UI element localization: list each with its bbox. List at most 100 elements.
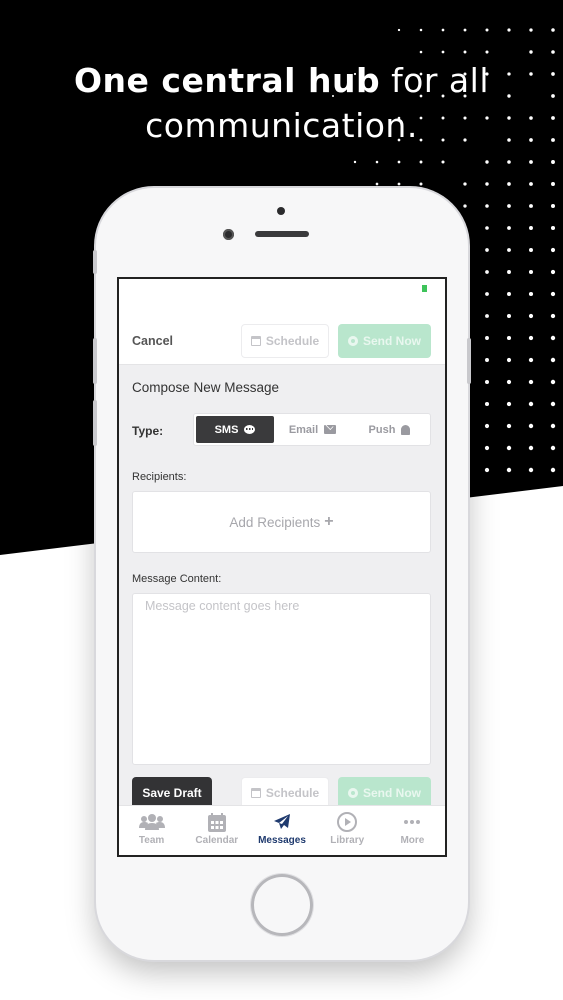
decorative-dot [485, 314, 489, 318]
decorative-dot [529, 292, 533, 296]
decorative-dot [485, 28, 488, 31]
app-screen: Cancel Schedule Send Now Compose New Mes… [117, 277, 447, 857]
tab-library[interactable]: Library [315, 806, 380, 855]
chat-bubble-icon [244, 425, 255, 434]
decorative-dot [441, 160, 444, 163]
bottom-tab-bar: Team Calendar Messages Library More [119, 805, 445, 855]
decorative-dot [529, 468, 533, 472]
headline-line2: communication. [0, 103, 563, 148]
decorative-dot [442, 29, 445, 32]
tab-team-label: Team [139, 835, 164, 846]
add-recipients-label: Add Recipients [229, 515, 320, 530]
decorative-dot [507, 248, 511, 252]
schedule-label: Schedule [266, 334, 319, 348]
decorative-dot [529, 336, 533, 340]
decorative-dot [551, 182, 555, 186]
tab-messages[interactable]: Messages [249, 806, 314, 855]
decorative-dot [485, 182, 488, 185]
decorative-dot [529, 28, 532, 31]
decorative-dot [529, 160, 533, 164]
headline-rest: for all [380, 61, 489, 100]
decorative-dot [507, 358, 511, 362]
decorative-dot [529, 402, 533, 406]
send-now-button-top[interactable]: Send Now [338, 324, 431, 358]
decorative-dot [551, 248, 555, 252]
send-now-label-bottom: Send Now [363, 786, 421, 800]
decorative-dot [485, 424, 489, 428]
decorative-dot [442, 51, 445, 54]
cancel-button[interactable]: Cancel [132, 334, 173, 348]
decorative-dot [485, 336, 489, 340]
decorative-dot [551, 28, 555, 32]
decorative-dot [485, 226, 489, 230]
decorative-dot [485, 204, 489, 208]
schedule-label-bottom: Schedule [266, 786, 319, 800]
calendar-icon [208, 812, 226, 832]
decorative-dot [507, 28, 510, 31]
decorative-dot [551, 446, 555, 450]
message-type-selector: SMS Email Push [193, 413, 431, 446]
save-draft-label: Save Draft [142, 786, 201, 800]
tab-team[interactable]: Team [119, 806, 184, 855]
volume-down-button [93, 400, 97, 446]
decorative-dot [507, 314, 511, 318]
decorative-dot [507, 226, 511, 230]
decorative-dot [529, 424, 533, 428]
decorative-dot [398, 29, 400, 31]
type-email-option[interactable]: Email [274, 416, 351, 443]
power-button [467, 338, 471, 384]
calendar-icon [251, 788, 261, 798]
tab-library-label: Library [330, 835, 364, 846]
add-recipients-button[interactable]: Add Recipients + [132, 491, 431, 553]
push-label: Push [369, 424, 396, 436]
decorative-dot [507, 270, 511, 274]
decorative-dot [507, 468, 511, 472]
decorative-dot [485, 468, 489, 472]
decorative-dot [376, 183, 379, 186]
email-label: Email [289, 424, 318, 436]
decorative-dot [551, 204, 555, 208]
type-push-option[interactable]: Push [351, 416, 428, 443]
decorative-dot [463, 204, 466, 207]
tab-messages-label: Messages [258, 835, 306, 846]
paper-plane-icon [273, 812, 291, 832]
schedule-button-top[interactable]: Schedule [241, 324, 329, 358]
more-dots-icon [403, 812, 421, 832]
decorative-dot [551, 468, 555, 472]
decorative-dot [485, 248, 489, 252]
plus-icon: + [324, 513, 333, 531]
decorative-dot [551, 270, 555, 274]
team-icon [139, 812, 165, 832]
front-camera [277, 207, 285, 215]
sensor [223, 229, 234, 240]
decorative-dot [529, 380, 533, 384]
gear-icon [348, 788, 358, 798]
tab-calendar-label: Calendar [195, 835, 238, 846]
decorative-dot [507, 160, 511, 164]
calendar-icon [251, 336, 261, 346]
type-sms-option[interactable]: SMS [196, 416, 274, 443]
speaker [255, 231, 309, 237]
tab-more[interactable]: More [380, 806, 445, 855]
message-content-placeholder: Message content goes here [145, 599, 299, 613]
decorative-dot [507, 402, 511, 406]
decorative-dot [485, 358, 489, 362]
type-label: Type: [132, 424, 163, 438]
decorative-dot [507, 182, 511, 186]
sms-label: SMS [215, 424, 239, 436]
decorative-dot [551, 50, 555, 54]
decorative-dot [529, 446, 533, 450]
decorative-dot [529, 182, 533, 186]
battery-icon [422, 285, 427, 292]
headline: One central hub for all communication. [0, 58, 563, 148]
decorative-dot [507, 292, 511, 296]
decorative-dot [507, 380, 511, 384]
home-button [251, 874, 313, 936]
decorative-dot [485, 270, 489, 274]
message-content-label: Message Content: [132, 573, 221, 585]
compose-title: Compose New Message [132, 380, 279, 395]
message-content-field[interactable]: Message content goes here [132, 593, 431, 765]
send-now-label: Send Now [363, 334, 421, 348]
tab-calendar[interactable]: Calendar [184, 806, 249, 855]
decorative-dot [376, 161, 379, 164]
